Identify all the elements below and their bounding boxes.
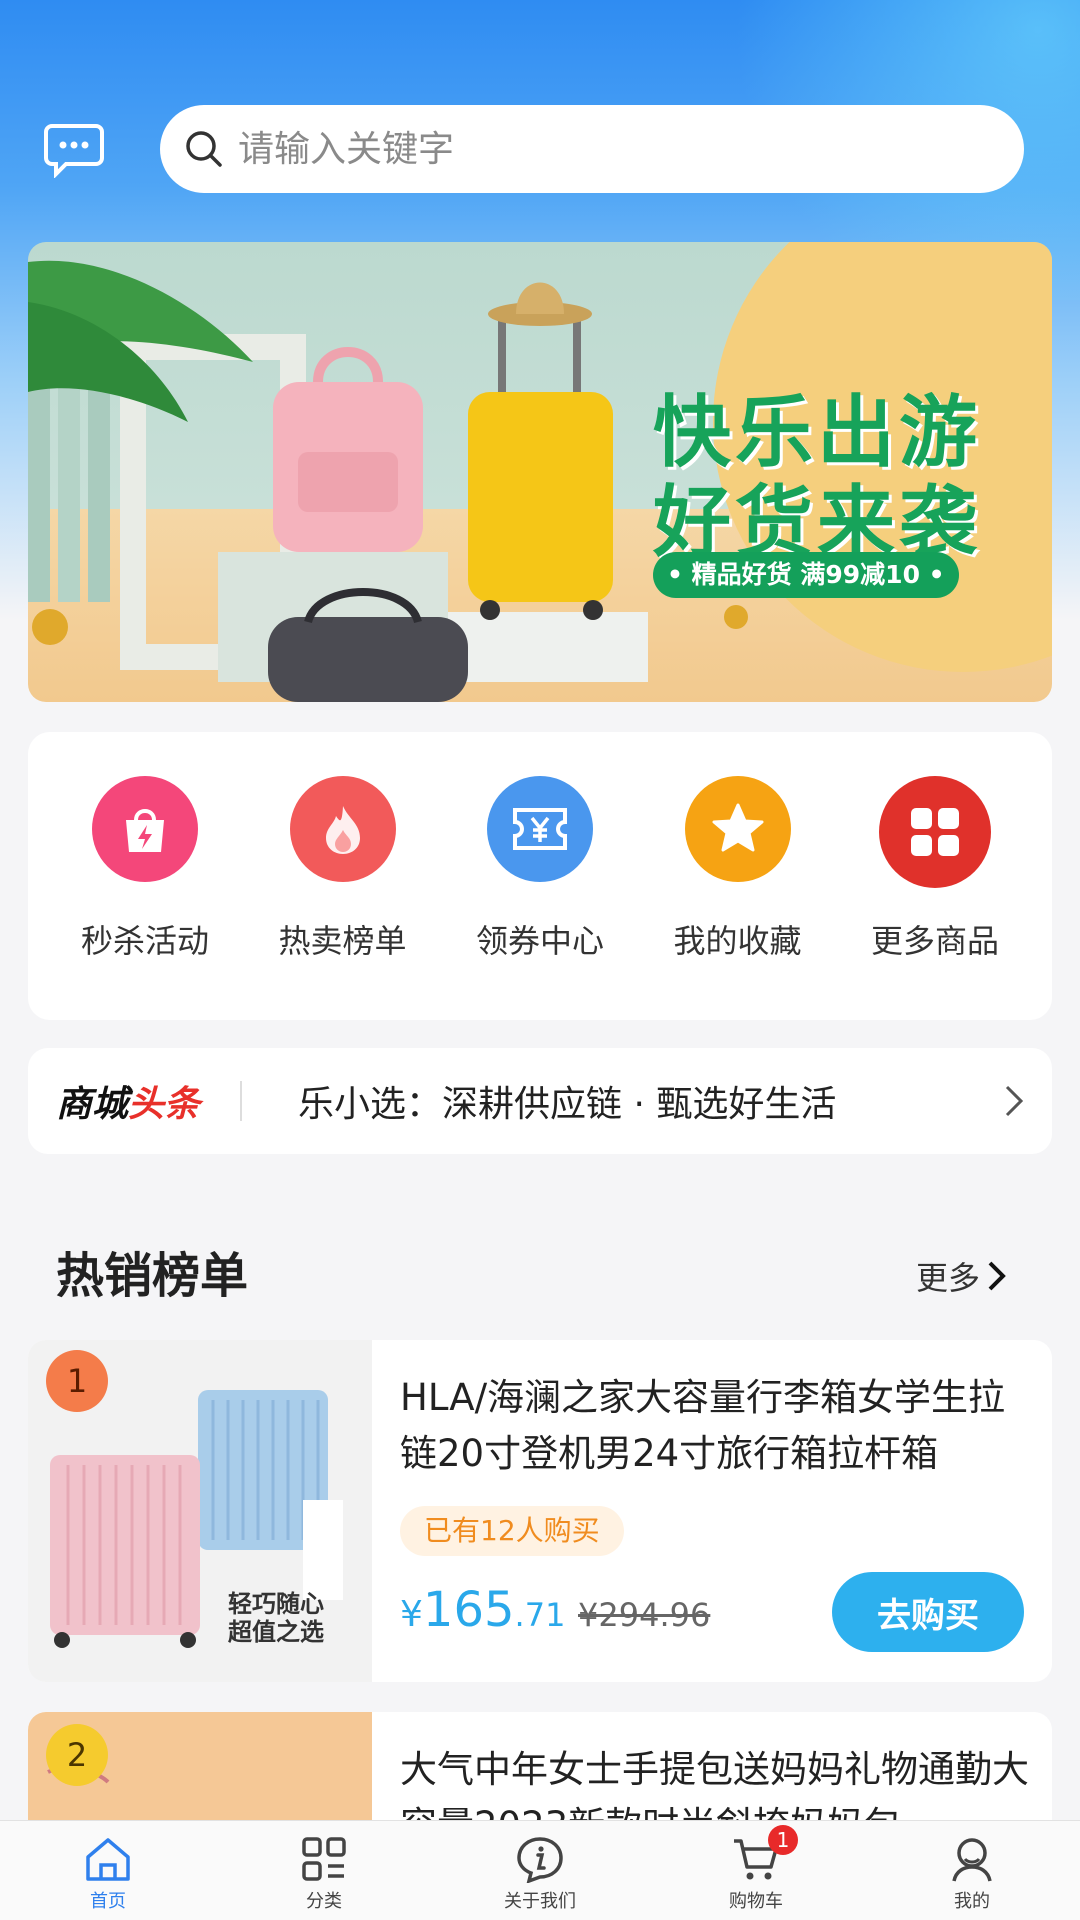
news-brand-part1: 商城 <box>56 1084 129 1125</box>
quick-entry-label: 我的收藏 <box>673 922 802 960</box>
flash-bag-icon <box>92 776 198 882</box>
promo-banner[interactable]: 快乐出游 好货来袭 • 精品好货 满99减10 • <box>28 242 1052 702</box>
tab-cart[interactable]: 1 购物车 <box>648 1821 864 1920</box>
quick-entry-label: 热卖榜单 <box>278 922 407 960</box>
tab-home[interactable]: 首页 <box>0 1821 216 1920</box>
category-icon <box>302 1837 346 1881</box>
flame-icon <box>289 776 396 882</box>
news-brand: 商城头条 <box>56 1075 200 1127</box>
news-brand-part2: 头条 <box>128 1084 201 1125</box>
tab-label: 分类 <box>306 1891 342 1912</box>
search-icon <box>186 131 222 167</box>
tab-label: 关于我们 <box>504 1891 576 1912</box>
info-icon <box>517 1837 563 1883</box>
chevron-right-icon <box>1005 1085 1024 1117</box>
chevron-right-icon <box>988 1261 1006 1291</box>
price-currency: ¥ <box>400 1594 423 1635</box>
price-decimal: .71 <box>514 1596 566 1634</box>
divider <box>240 1081 243 1121</box>
section-title: 热销榜单 <box>56 1248 249 1304</box>
home-icon <box>86 1838 130 1881</box>
tab-label: 我的 <box>954 1891 990 1912</box>
message-button[interactable] <box>44 122 104 179</box>
quick-entry-flash-sale[interactable]: 秒杀活动 <box>50 776 240 1020</box>
product-price: ¥165.71 <box>400 1582 565 1638</box>
product-card[interactable]: 轻巧随心 超值之选 1 HLA/海澜之家大容量行李箱女学生拉链20寸登机男24寸… <box>28 1340 1052 1682</box>
tab-category[interactable]: 分类 <box>216 1821 432 1920</box>
tab-label: 首页 <box>90 1891 126 1912</box>
quick-entry-grid: 秒杀活动 热卖榜单 领券中心 我的收藏 更多商品 <box>28 732 1052 1020</box>
news-ticker[interactable]: 商城头条 乐小选：深耕供应链 · 甄选好生活 <box>28 1048 1052 1154</box>
original-price: ¥294.96 <box>578 1596 711 1634</box>
quick-entry-label: 更多商品 <box>870 922 999 960</box>
rank-medal: 2 <box>46 1724 108 1786</box>
grid-icon <box>879 776 991 888</box>
product-image-caption: 轻巧随心 超值之选 <box>228 1590 324 1646</box>
more-label: 更多 <box>916 1259 981 1297</box>
user-icon <box>952 1838 992 1882</box>
tab-about[interactable]: 关于我们 <box>432 1821 648 1920</box>
rank-medal: 1 <box>46 1350 108 1412</box>
quick-entry-hot-list[interactable]: 热卖榜单 <box>248 776 438 1020</box>
coupon-icon <box>487 776 593 882</box>
quick-entry-label: 领券中心 <box>475 922 604 960</box>
cart-badge: 1 <box>768 1825 798 1855</box>
sold-badge: 已有12人购买 <box>400 1506 624 1556</box>
star-icon <box>684 776 791 882</box>
quick-entry-favorites[interactable]: 我的收藏 <box>643 776 833 1020</box>
banner-tag: • 精品好货 满99减10 • <box>653 552 959 598</box>
quick-entry-more-goods[interactable]: 更多商品 <box>840 776 1030 1020</box>
search-bar[interactable] <box>160 105 1024 193</box>
buy-button[interactable]: 去购买 <box>832 1572 1024 1652</box>
bottom-tab-bar: 首页 分类 关于我们 1 购物车 我的 <box>0 1820 1080 1920</box>
quick-entry-label: 秒杀活动 <box>80 922 209 960</box>
tab-label: 购物车 <box>729 1891 783 1912</box>
quick-entry-coupon-center[interactable]: 领券中心 <box>445 776 635 1020</box>
tab-profile[interactable]: 我的 <box>864 1821 1080 1920</box>
search-input[interactable] <box>238 128 978 170</box>
price-integer: 165 <box>422 1582 515 1638</box>
chat-icon <box>44 124 104 179</box>
more-link[interactable]: 更多 <box>916 1253 1008 1299</box>
news-text: 乐小选：深耕供应链 · 甄选好生活 <box>298 1084 837 1125</box>
product-title: HLA/海澜之家大容量行李箱女学生拉链20寸登机男24寸旅行箱拉杆箱 <box>400 1376 1006 1475</box>
